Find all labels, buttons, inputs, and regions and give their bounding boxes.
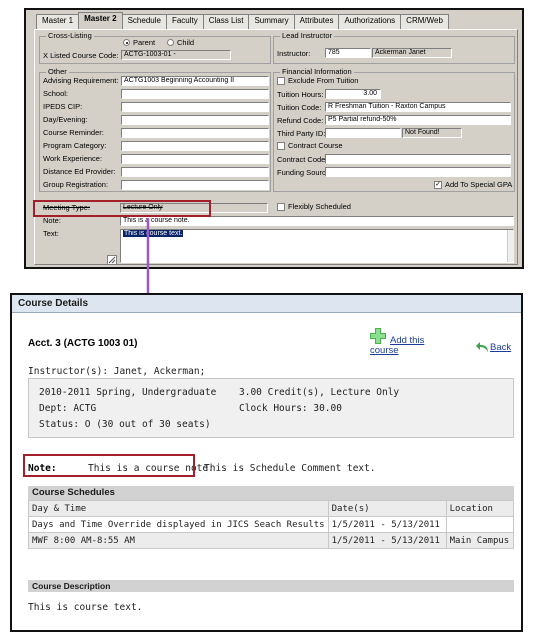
course-schedules-header: Course Schedules (28, 486, 514, 500)
back-link-container[interactable]: Back (476, 342, 511, 353)
dept-text: Dept: ACTG (39, 403, 97, 414)
course-description-header: Course Description (28, 580, 514, 592)
table-cell (445, 516, 515, 533)
table-row: MWF 8:00 AM-8:55 AM 1/5/2011 - 5/13/2011… (28, 532, 515, 549)
schedule-comment-text: This is Schedule Comment text. (204, 463, 376, 474)
column-header-dates: Date(s) (327, 500, 447, 517)
table-header-row: Day & Time Date(s) Location (28, 500, 515, 517)
course-info-box: 2010-2011 Spring, Undergraduate 3.00 Cre… (28, 378, 514, 438)
course-title: Acct. 3 (ACTG 1003 01) (28, 338, 138, 349)
back-arrow-icon[interactable] (476, 340, 490, 354)
column-header-location: Location (445, 500, 515, 517)
back-link[interactable]: Back (490, 342, 511, 353)
table-cell: 1/5/2011 - 5/13/2011 (327, 532, 447, 549)
status-text: Status: O (30 out of 30 seats) (39, 419, 211, 430)
course-details-header: Course Details (12, 295, 521, 313)
table-cell: 1/5/2011 - 5/13/2011 (327, 516, 447, 533)
add-course-link[interactable]: Add this course (370, 336, 442, 356)
clock-hours-text: Clock Hours: 30.00 (239, 403, 342, 414)
instructors-text: Instructor(s): Janet, Ackerman; (28, 366, 206, 377)
column-header-day-time: Day & Time (28, 500, 329, 517)
note-highlight-box-bottom (23, 454, 195, 477)
course-schedules-table: Day & Time Date(s) Location Days and Tim… (28, 500, 515, 549)
course-description-text: This is course text. (28, 602, 143, 613)
table-row: Days and Time Override displayed in JICS… (28, 516, 515, 533)
table-cell: MWF 8:00 AM-8:55 AM (28, 532, 329, 549)
credits-text: 3.00 Credit(s), Lecture Only (239, 387, 400, 398)
term-text: 2010-2011 Spring, Undergraduate (39, 387, 217, 398)
table-cell: Days and Time Override displayed in JICS… (28, 516, 329, 533)
table-cell: Main Campus (445, 532, 515, 549)
